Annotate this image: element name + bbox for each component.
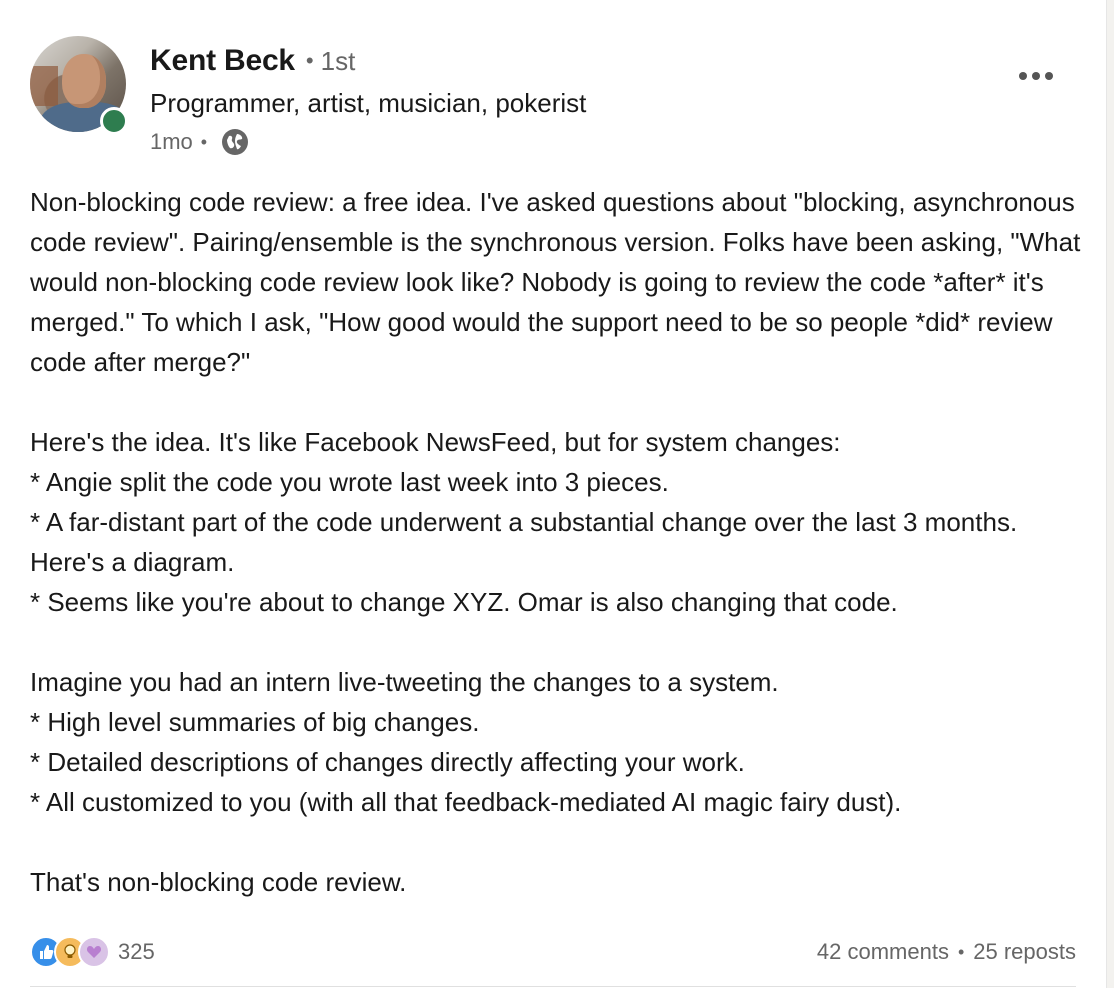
post-meta: 1mo • xyxy=(150,125,249,159)
connection-degree: 1st xyxy=(320,45,356,76)
post-paragraph: Non-blocking code review: a free idea. I… xyxy=(30,187,1081,377)
author-name-row: Kent Beck • 1st xyxy=(150,42,355,80)
post-paragraph: That's non-blocking code review. xyxy=(30,867,407,897)
author-name[interactable]: Kent Beck xyxy=(150,44,295,78)
comments-count-link[interactable]: 42 comments xyxy=(817,939,949,965)
reaction-count: 325 xyxy=(118,939,155,964)
page-edge xyxy=(1106,0,1114,988)
engagement-stats: 42 comments • 25 reposts xyxy=(817,939,1076,965)
support-icon xyxy=(78,936,110,968)
more-dot xyxy=(1019,72,1027,80)
more-dot xyxy=(1045,72,1053,80)
reactions-summary[interactable]: 325 xyxy=(30,936,155,968)
more-options-button[interactable] xyxy=(1010,60,1062,92)
post-timestamp[interactable]: 1mo xyxy=(150,129,193,155)
stats-separator: • xyxy=(957,941,965,962)
online-status-indicator xyxy=(100,107,128,135)
author-headline: Programmer, artist, musician, pokerist xyxy=(150,88,587,118)
reposts-count-link[interactable]: 25 reposts xyxy=(973,939,1076,965)
post-card: Kent Beck • 1st Programmer, artist, musi… xyxy=(0,0,1106,988)
more-dot xyxy=(1032,72,1040,80)
social-counts: 325 42 comments • 25 reposts xyxy=(30,932,1076,972)
post-paragraph: Imagine you had an intern live-tweeting … xyxy=(30,667,902,817)
name-separator: • xyxy=(305,48,314,73)
post-body: Non-blocking code review: a free idea. I… xyxy=(30,182,1090,902)
meta-separator: • xyxy=(200,131,208,152)
divider xyxy=(30,986,1076,987)
globe-icon xyxy=(222,129,249,155)
post-paragraph: Here's the idea. It's like Facebook News… xyxy=(30,427,1018,617)
